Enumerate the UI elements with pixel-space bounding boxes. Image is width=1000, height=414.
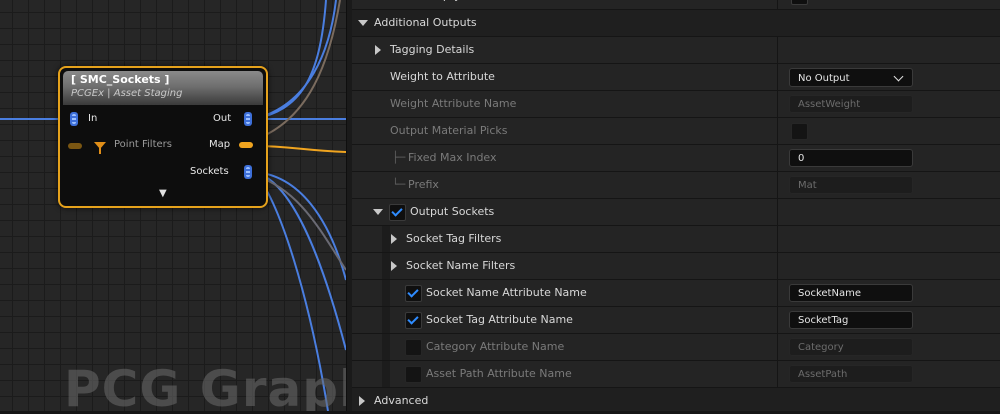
category-attribute-checkbox[interactable] bbox=[405, 339, 422, 356]
details-panel: Prune Empty Points Additional Outputs Ta… bbox=[352, 0, 1000, 411]
fixed-max-index-input[interactable]: 0 bbox=[789, 149, 913, 167]
tagging-details-label: Tagging Details bbox=[390, 43, 475, 56]
prefix-input[interactable]: Mat bbox=[789, 176, 913, 194]
row-split bbox=[777, 172, 778, 198]
socket-tag-attribute-name-label: Socket Tag Attribute Name bbox=[426, 313, 573, 326]
row-split bbox=[777, 334, 778, 360]
socket-name-attribute-name-label: Socket Name Attribute Name bbox=[426, 286, 587, 299]
asset-path-attribute-name-label: Asset Path Attribute Name bbox=[426, 367, 572, 380]
output-material-picks-checkbox[interactable] bbox=[791, 123, 808, 140]
row-split bbox=[777, 199, 778, 225]
socket-tag-attribute-checkbox[interactable] bbox=[405, 312, 422, 329]
prune-empty-points-label: Prune Empty Points bbox=[390, 0, 497, 9]
node-title: [ SMC_Sockets ] bbox=[71, 73, 170, 86]
asset-path-attribute-input[interactable]: AssetPath bbox=[789, 365, 913, 383]
row-split bbox=[777, 37, 778, 63]
output-sockets-checkbox[interactable] bbox=[389, 204, 406, 221]
tree-last-glyph: └─ bbox=[392, 178, 406, 191]
pcg-node[interactable]: [ SMC_Sockets ] PCGEx | Asset Staging In… bbox=[58, 66, 268, 208]
weight-attribute-name-label: Weight Attribute Name bbox=[390, 97, 517, 110]
row-output-sockets[interactable]: Output Sockets bbox=[352, 199, 1000, 226]
weight-attribute-name-input[interactable]: AssetWeight bbox=[789, 95, 913, 113]
point-filters-pin-icon[interactable] bbox=[68, 143, 82, 149]
expand-arrow-icon[interactable] bbox=[391, 261, 397, 271]
row-tagging-details[interactable]: Tagging Details bbox=[352, 37, 1000, 64]
collapse-arrow-icon[interactable] bbox=[358, 20, 368, 26]
category-attribute-name-label: Category Attribute Name bbox=[426, 340, 565, 353]
output-material-picks-label: Output Material Picks bbox=[390, 124, 508, 137]
additional-outputs-label: Additional Outputs bbox=[374, 16, 477, 29]
indent-guide bbox=[382, 226, 390, 252]
row-output-material-picks: Output Material Picks bbox=[352, 118, 1000, 145]
collapse-arrow-icon[interactable] bbox=[373, 209, 383, 215]
row-socket-name-filters[interactable]: Socket Name Filters bbox=[352, 253, 1000, 280]
row-split bbox=[777, 253, 778, 279]
row-split bbox=[777, 226, 778, 252]
expand-arrow-icon[interactable] bbox=[359, 396, 365, 406]
node-subtitle: PCGEx | Asset Staging bbox=[71, 88, 183, 99]
sockets-pin-icon[interactable] bbox=[244, 165, 252, 179]
socket-tag-filters-label: Socket Tag Filters bbox=[406, 232, 502, 245]
map-pin-label: Map bbox=[209, 139, 231, 150]
socket-name-filters-label: Socket Name Filters bbox=[406, 259, 516, 272]
row-asset-path-attribute-name: Asset Path Attribute Name AssetPath bbox=[352, 361, 1000, 388]
tree-branch-glyph: ├─ bbox=[392, 151, 406, 164]
advanced-label: Advanced bbox=[374, 394, 429, 407]
socket-name-attribute-checkbox[interactable] bbox=[405, 285, 422, 302]
in-pin-label: In bbox=[88, 113, 98, 124]
row-prefix: └─ Prefix Mat bbox=[352, 172, 1000, 199]
indent-guide bbox=[382, 280, 390, 306]
row-category-attribute-name: Category Attribute Name Category bbox=[352, 334, 1000, 361]
in-pin-icon[interactable] bbox=[70, 112, 78, 126]
indent-guide bbox=[382, 253, 390, 279]
row-split bbox=[777, 64, 778, 90]
prune-empty-points-checkbox[interactable] bbox=[791, 0, 808, 5]
fixed-max-index-label: Fixed Max Index bbox=[408, 151, 497, 164]
indent-guide bbox=[382, 334, 390, 360]
weight-to-attribute-label: Weight to Attribute bbox=[390, 70, 495, 83]
row-split bbox=[777, 361, 778, 387]
row-split bbox=[777, 145, 778, 171]
graph-canvas[interactable]: PCG Graph [ SMC_Sockets ] PCGEx | Asset … bbox=[0, 0, 346, 411]
indent-guide bbox=[382, 307, 390, 333]
section-additional-outputs[interactable]: Additional Outputs bbox=[352, 10, 1000, 37]
section-advanced[interactable]: Advanced bbox=[352, 388, 1000, 411]
filter-icon bbox=[94, 142, 106, 154]
row-socket-tag-filters[interactable]: Socket Tag Filters bbox=[352, 226, 1000, 253]
out-pin-icon[interactable] bbox=[244, 112, 252, 126]
row-split bbox=[777, 118, 778, 144]
row-prune-empty-points: Prune Empty Points bbox=[352, 0, 1000, 10]
sockets-pin-label: Sockets bbox=[190, 166, 229, 177]
row-split bbox=[777, 0, 778, 9]
row-split bbox=[777, 91, 778, 117]
chevron-down-icon bbox=[893, 71, 904, 82]
socket-name-attribute-input[interactable]: SocketName bbox=[789, 284, 913, 302]
node-header[interactable]: [ SMC_Sockets ] PCGEx | Asset Staging bbox=[63, 71, 263, 105]
row-weight-to-attribute: Weight to Attribute No Output bbox=[352, 64, 1000, 91]
expand-arrow-icon[interactable] bbox=[375, 45, 381, 55]
chevron-down-icon[interactable]: ▼ bbox=[159, 188, 167, 199]
row-split bbox=[777, 307, 778, 333]
socket-tag-attribute-input[interactable]: SocketTag bbox=[789, 311, 913, 329]
category-attribute-input[interactable]: Category bbox=[789, 338, 913, 356]
row-weight-attribute-name: Weight Attribute Name AssetWeight bbox=[352, 91, 1000, 118]
map-pin-icon[interactable] bbox=[239, 142, 253, 148]
point-filters-pin-label: Point Filters bbox=[114, 139, 172, 150]
weight-to-attribute-value: No Output bbox=[798, 73, 850, 84]
indent-guide bbox=[382, 361, 390, 387]
row-fixed-max-index: ├─ Fixed Max Index 0 bbox=[352, 145, 1000, 172]
weight-to-attribute-dropdown[interactable]: No Output bbox=[789, 68, 913, 87]
row-socket-tag-attribute-name: Socket Tag Attribute Name SocketTag bbox=[352, 307, 1000, 334]
graph-watermark: PCG Graph bbox=[64, 360, 346, 411]
row-split bbox=[777, 280, 778, 306]
asset-path-attribute-checkbox[interactable] bbox=[405, 366, 422, 383]
row-socket-name-attribute-name: Socket Name Attribute Name SocketName bbox=[352, 280, 1000, 307]
prefix-label: Prefix bbox=[408, 178, 439, 191]
output-sockets-label: Output Sockets bbox=[410, 205, 495, 218]
expand-arrow-icon[interactable] bbox=[391, 234, 397, 244]
out-pin-label: Out bbox=[213, 113, 232, 124]
